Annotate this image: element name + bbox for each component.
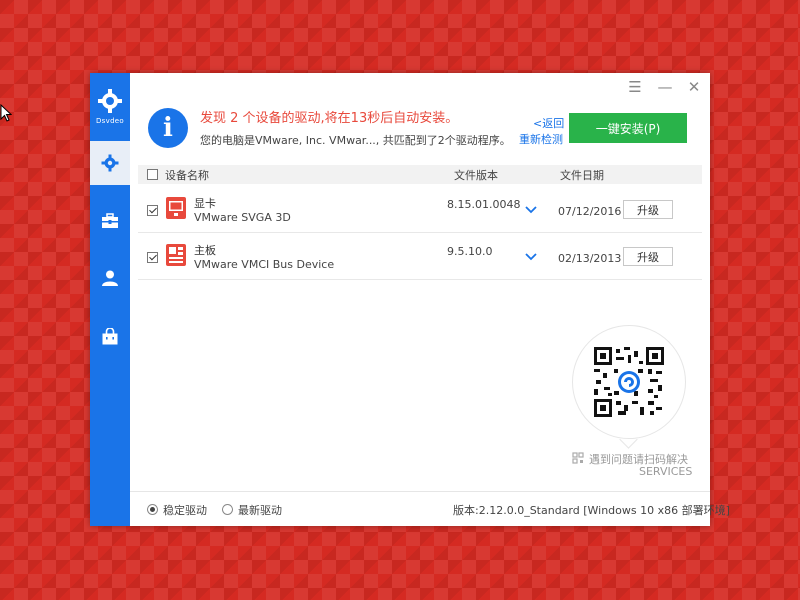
footer-bar: 稳定驱动 最新驱动 版本:2.12.0.0_Standard [Windows … [130,491,730,527]
upgrade-button[interactable]: 升级 [623,247,673,266]
file-date: 07/12/2016 [558,205,622,218]
upgrade-button[interactable]: 升级 [623,200,673,219]
device-name: 显卡 [194,197,216,210]
close-icon[interactable]: ✕ [686,79,702,95]
device-name: 主板 [194,244,216,257]
one-click-install-button[interactable]: 一键安装(P) [569,113,687,143]
select-all-checkbox[interactable] [147,169,158,180]
column-header-version: 文件版本 [454,169,498,182]
latest-driver-radio[interactable] [222,504,233,515]
back-link[interactable]: <返回 [533,115,564,131]
rescan-link[interactable]: 重新检测 [519,131,563,147]
driver-installer-window: Dsvdeo ☰ — ✕ i 发现 2 个设备的驱动,将在13秒后自动安装。 您… [90,73,730,527]
menu-icon[interactable]: ☰ [627,79,643,95]
device-description: VMware VMCI Bus Device [194,258,335,271]
app-logo-text: Dsvdeo [95,117,124,125]
gear-logo-icon [98,89,122,113]
device-description: VMware SVGA 3D [194,211,291,224]
sidebar: Dsvdeo [90,73,130,526]
file-date: 02/13/2013 [558,252,622,265]
sidebar-item-store[interactable] [90,314,130,358]
column-header-name: 设备名称 [165,169,209,182]
table-header: 设备名称 文件版本 文件日期 [138,165,702,184]
qr-code-icon[interactable] [594,347,664,417]
motherboard-icon [166,244,186,266]
minimize-icon[interactable]: — [657,79,673,95]
chevron-down-icon[interactable] [524,249,538,263]
sidebar-item-drivers[interactable] [90,141,130,185]
sidebar-item-toolbox[interactable] [90,199,130,243]
version-info: 版本:2.12.0.0_Standard [Windows 10 x86 部署环… [453,504,730,517]
table-row: 主板 VMware VMCI Bus Device 9.5.10.0 02/13… [138,233,702,280]
sidebar-item-user[interactable] [90,256,130,300]
toolbox-icon [102,213,118,228]
row-checkbox[interactable] [147,205,158,216]
user-icon [102,270,118,286]
table-row: 显卡 VMware SVGA 3D 8.15.01.0048 07/12/201… [138,186,702,233]
info-icon: i [148,108,188,148]
column-header-date: 文件日期 [560,169,604,182]
service-label: SERVICES [639,465,693,478]
latest-driver-label[interactable]: 最新驱动 [238,502,282,518]
mouse-cursor-icon [0,104,12,122]
bag-icon [102,327,118,344]
app-logo: Dsvdeo [90,87,130,127]
chevron-down-icon[interactable] [524,202,538,216]
detection-headline: 发现 2 个设备的驱动,将在13秒后自动安装。 [200,111,459,126]
display-card-icon [166,197,186,219]
row-checkbox[interactable] [147,252,158,263]
gear-icon [101,154,119,172]
file-version: 9.5.10.0 [447,245,493,258]
stable-driver-label[interactable]: 稳定驱动 [163,502,207,518]
scan-icon [572,452,584,464]
file-version: 8.15.01.0048 [447,198,521,211]
stable-driver-radio[interactable] [147,504,158,515]
computer-summary: 您的电脑是VMware, Inc. VMwar..., 共匹配到了2个驱动程序。 [200,134,511,147]
